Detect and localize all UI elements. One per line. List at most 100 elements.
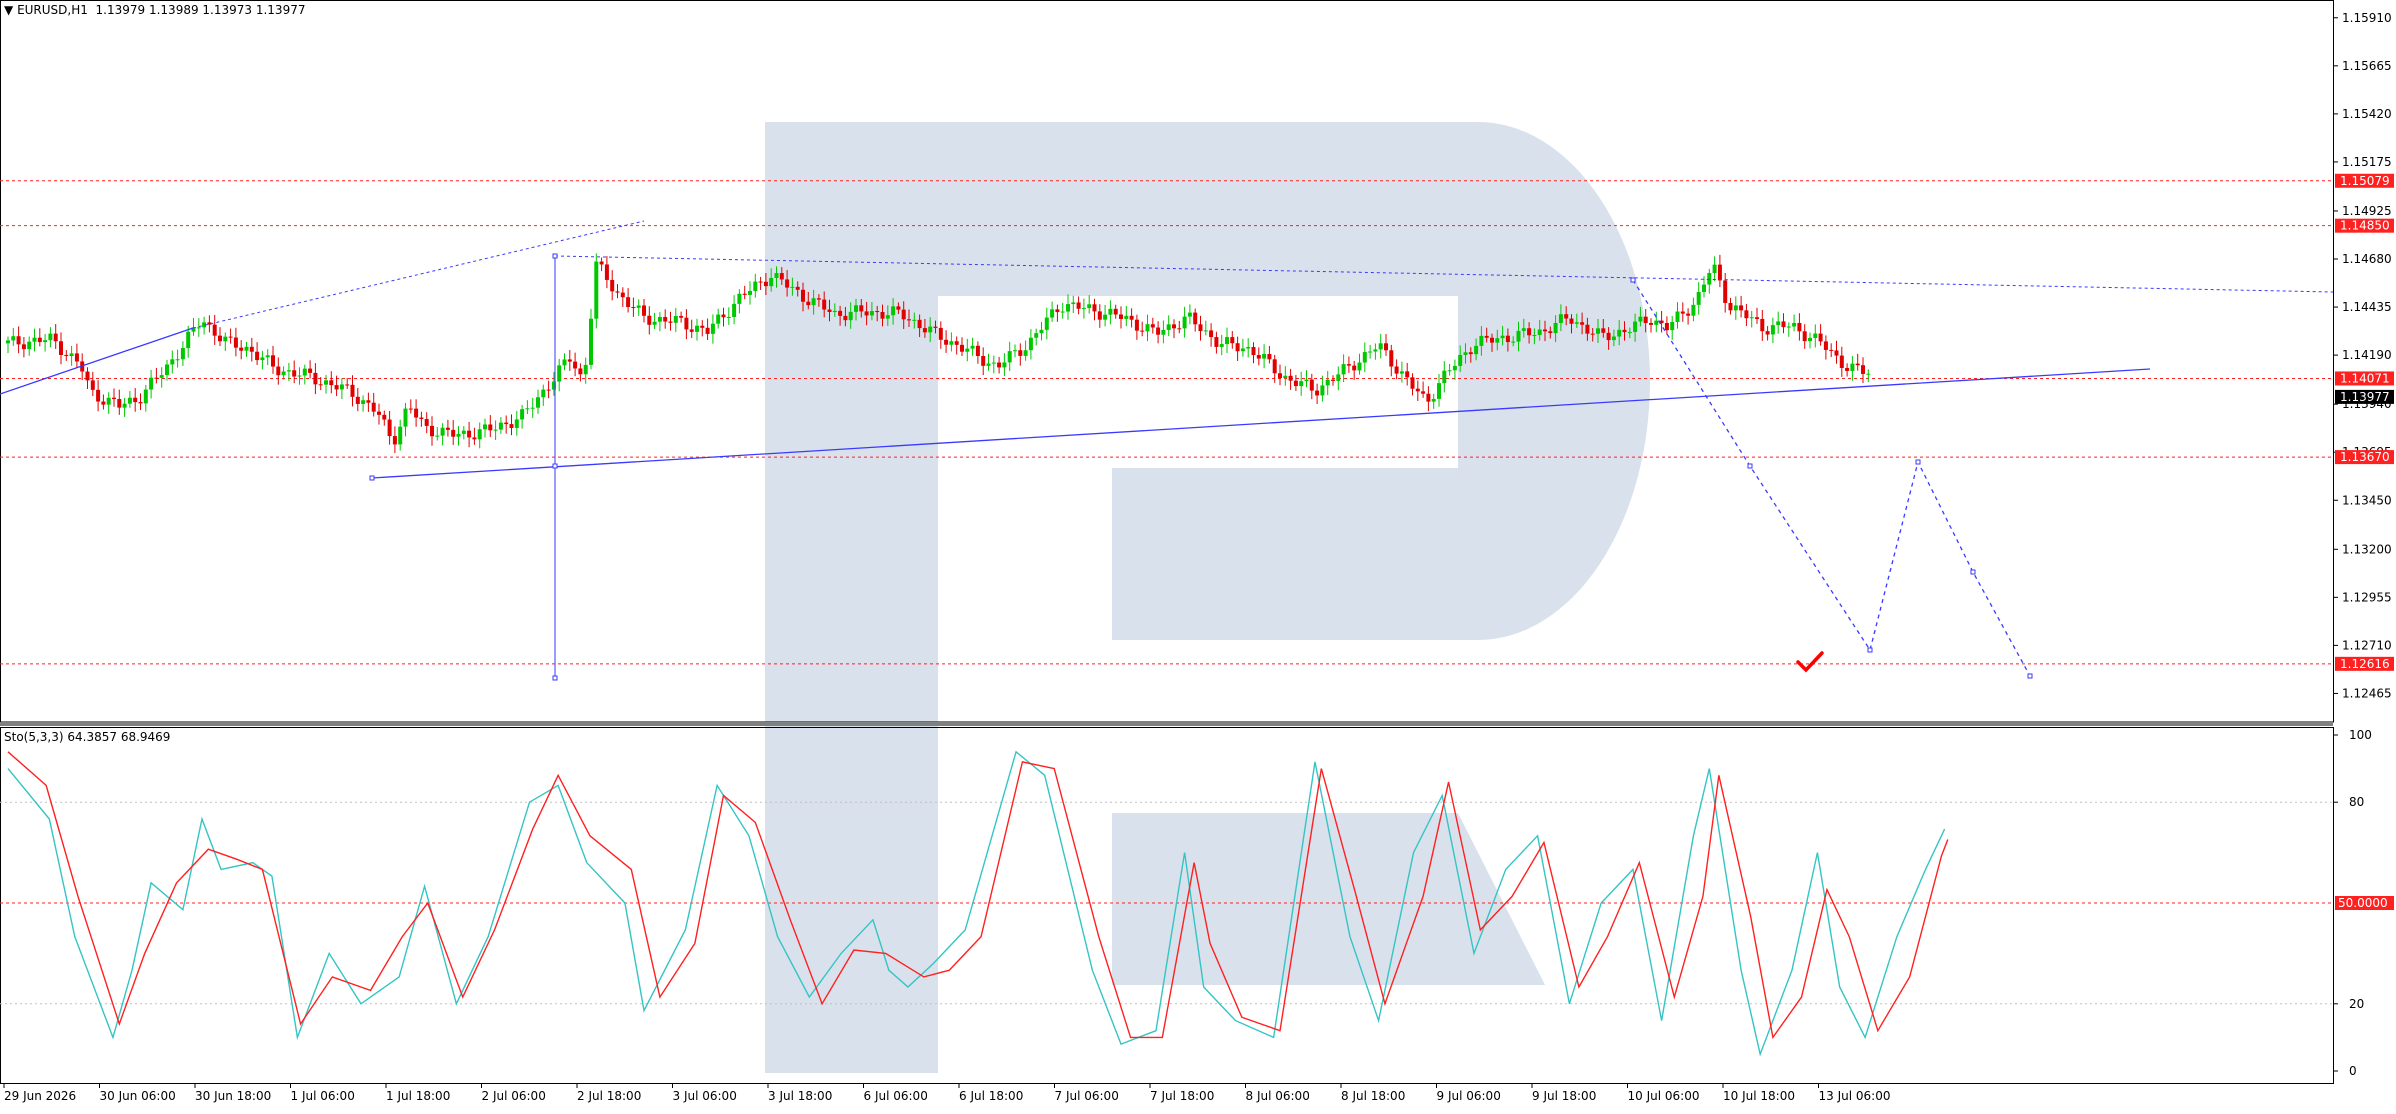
candle-body	[859, 305, 864, 312]
candle-body	[880, 311, 885, 319]
time-tick-label: 8 Jul 06:00	[1246, 1089, 1310, 1103]
candle-body	[1352, 365, 1357, 371]
candle-body	[1670, 321, 1675, 331]
candle-body	[986, 363, 991, 366]
candle-body	[1553, 322, 1558, 334]
candle-body	[451, 429, 456, 437]
price-tick-label: 1.14680	[2342, 252, 2392, 266]
price-level-label: 1.13670	[2340, 450, 2390, 464]
candle-body	[1309, 379, 1314, 391]
candle-body	[11, 336, 16, 341]
price-axis: 1.15910 1.15665 1.15420 1.15175 1.14925 1.146…	[2333, 11, 2394, 700]
candle-body	[631, 307, 636, 309]
stochastic-level-label: 50.0000	[2338, 896, 2388, 910]
candle-body	[838, 310, 843, 316]
candle-body	[1505, 335, 1510, 343]
candle-body	[933, 326, 938, 328]
candle-body	[970, 345, 975, 349]
candle-body	[981, 356, 986, 366]
candle-body	[1596, 328, 1600, 334]
candle-body	[1601, 328, 1606, 333]
forecast-point	[1747, 463, 1753, 469]
candle-body	[1325, 379, 1330, 386]
candle-body	[1209, 330, 1214, 338]
time-tick-label: 6 Jul 18:00	[959, 1089, 1023, 1103]
candle-body	[355, 396, 360, 404]
candle-body	[1341, 364, 1346, 375]
candle-body	[133, 397, 138, 403]
candle-body	[1500, 335, 1505, 339]
candle-body	[1479, 335, 1484, 346]
candle-body	[1675, 311, 1680, 322]
candle-body	[975, 345, 980, 357]
price-level-label: 1.15079	[2340, 174, 2390, 188]
candle-body	[1087, 304, 1092, 309]
candle-body	[324, 380, 328, 385]
candle-body	[1081, 308, 1086, 310]
checkmark-icon	[1796, 651, 1824, 673]
candle-body	[1845, 367, 1850, 371]
candle-body	[1267, 353, 1272, 360]
candle-body	[260, 357, 265, 361]
candle-body	[1558, 314, 1563, 323]
candle-body	[350, 384, 355, 397]
candle-body	[1452, 365, 1457, 371]
candle-body	[1749, 317, 1754, 319]
candle-body	[954, 341, 959, 345]
candle-body	[610, 279, 615, 292]
anchor-point	[552, 463, 558, 469]
candle-body	[1463, 352, 1468, 355]
symbol-name: EURUSD,H1	[17, 3, 88, 17]
candle-body	[504, 422, 509, 425]
candle-body	[1606, 332, 1611, 341]
candle-body	[1861, 365, 1865, 374]
price-tick-label: 1.13200	[2342, 542, 2392, 556]
candle-body	[928, 326, 933, 333]
candle-body	[1633, 321, 1638, 332]
candle-body	[1521, 328, 1526, 331]
candle-body	[106, 397, 111, 405]
time-tick-label: 8 Jul 18:00	[1341, 1089, 1405, 1103]
candle-body	[626, 297, 631, 308]
candle-body	[329, 380, 334, 386]
candle-body	[1161, 329, 1166, 335]
candle-body	[1516, 330, 1521, 342]
candle-body	[233, 337, 238, 348]
chart-canvas[interactable]: 1.15910 1.15665 1.15420 1.15175 1.14925 1.146…	[0, 0, 2396, 1110]
dropdown-arrow-icon[interactable]: ▼	[4, 3, 13, 17]
candle-body	[1278, 373, 1282, 378]
candle-body	[1617, 329, 1622, 337]
candle-body	[864, 311, 869, 316]
candle-body	[1744, 310, 1749, 319]
candle-body	[1145, 324, 1150, 332]
candle-body	[716, 314, 721, 324]
candle-body	[949, 341, 954, 345]
candle-body	[377, 411, 381, 415]
candle-body	[74, 353, 79, 362]
candle-body	[1564, 314, 1569, 319]
candle-body	[530, 407, 535, 409]
candle-body	[1214, 337, 1219, 347]
candle-body	[599, 261, 604, 265]
stochastic-tick-label: 20	[2349, 997, 2364, 1011]
candle-body	[1532, 335, 1537, 337]
candle-body	[96, 389, 101, 402]
candle-body	[1696, 291, 1701, 305]
candle-body	[1643, 316, 1648, 323]
candle-body	[1172, 324, 1176, 329]
anchor-point	[552, 675, 558, 681]
candle-body	[721, 314, 726, 318]
price-tick-label: 1.13450	[2342, 493, 2392, 507]
candle-body	[1156, 327, 1161, 335]
candle-body	[1039, 329, 1044, 334]
candle-body	[854, 305, 858, 312]
candle-body	[1442, 370, 1447, 384]
candle-body	[1007, 351, 1012, 363]
candle-body	[1140, 330, 1145, 332]
candle-body	[1092, 304, 1097, 312]
candle-body	[403, 408, 408, 427]
candle-body	[1823, 341, 1828, 350]
candle-body	[101, 401, 106, 405]
candle-body	[541, 389, 546, 398]
candle-body	[366, 400, 371, 403]
